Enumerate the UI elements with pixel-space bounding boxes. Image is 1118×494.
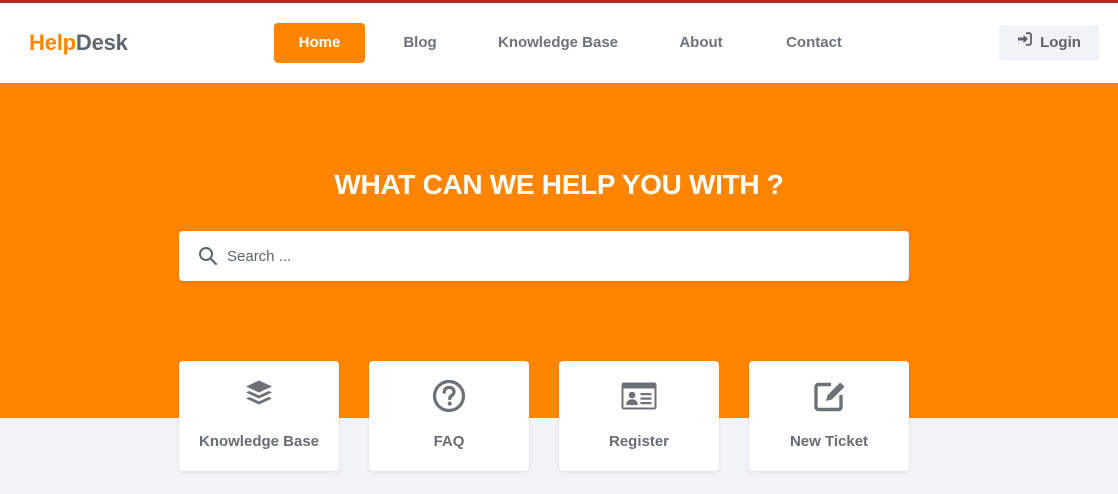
brand-logo-part2: Desk [75, 30, 128, 55]
nav-item-home[interactable]: Home [274, 23, 365, 63]
card-knowledge-base[interactable]: Knowledge Base [179, 361, 339, 471]
card-label: New Ticket [789, 433, 869, 450]
layers-icon [179, 378, 339, 414]
id-card-icon [559, 378, 719, 414]
brand-logo[interactable]: HelpDesk [29, 30, 128, 56]
search-box [179, 231, 909, 281]
nav-item-knowledge-base[interactable]: Knowledge Base [492, 23, 624, 63]
search-input[interactable] [227, 231, 897, 281]
login-label: Login [1040, 34, 1081, 51]
brand-logo-part1: Help [29, 30, 76, 55]
nav-item-blog[interactable]: Blog [395, 23, 445, 63]
nav-item-about[interactable]: About [671, 23, 731, 63]
edit-icon [749, 378, 909, 414]
hero-title: WHAT CAN WE HELP YOU WITH ? [334, 169, 784, 200]
card-label: Knowledge Base [198, 433, 320, 450]
nav-item-contact[interactable]: Contact [778, 23, 850, 63]
search-icon[interactable] [198, 246, 218, 271]
card-label: FAQ [433, 433, 465, 450]
question-circle-icon [369, 378, 529, 414]
sign-in-icon [1017, 24, 1032, 60]
card-label: Register [608, 433, 670, 450]
site-header: HelpDesk Home Blog Knowledge Base About … [0, 3, 1118, 83]
login-button[interactable]: Login [999, 25, 1099, 61]
card-faq[interactable]: FAQ [369, 361, 529, 471]
card-register[interactable]: Register [559, 361, 719, 471]
card-new-ticket[interactable]: New Ticket [749, 361, 909, 471]
